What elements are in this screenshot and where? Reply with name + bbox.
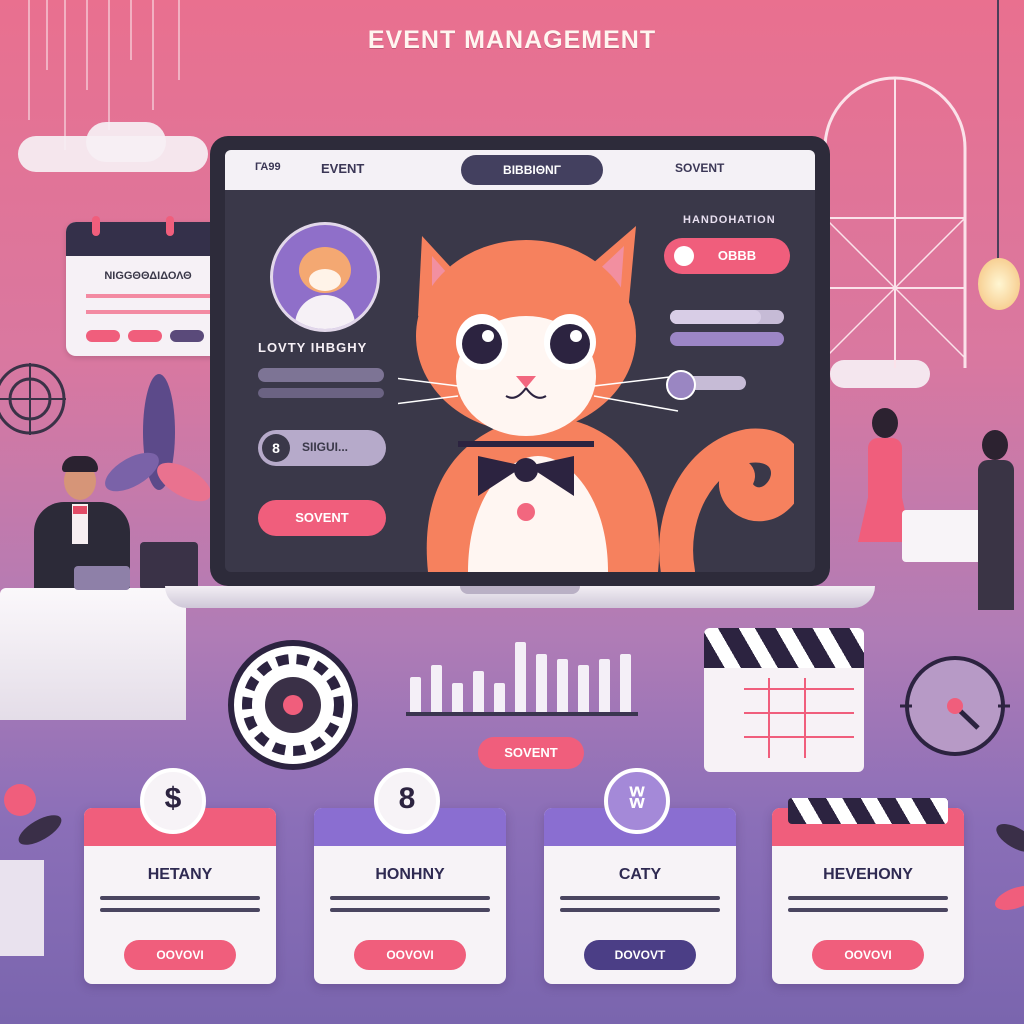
calendar-ring (92, 216, 100, 236)
card-button[interactable]: DOVOVT (584, 940, 696, 970)
guests-illustration (850, 408, 1024, 628)
chart-bar (494, 683, 505, 712)
hanging-string (28, 0, 30, 120)
calendar-widget: NIGGΘΘΔΙΔΟΛΘ (66, 216, 230, 356)
chart-sovent-button[interactable]: SOVENT (478, 737, 584, 769)
card-title: HONHNY (375, 866, 445, 883)
calendar-header (66, 222, 230, 256)
slider-1[interactable] (670, 310, 784, 324)
chart-bar (431, 665, 442, 712)
side-panel-label: HANDOHATION (683, 214, 776, 226)
laptop-notch (460, 586, 580, 594)
hanging-string (64, 0, 66, 150)
card-text-line (560, 896, 720, 900)
profile-avatar[interactable] (270, 222, 380, 332)
profile-info-bar (258, 368, 384, 382)
number-badge-icon: 8 (374, 768, 440, 834)
plant-decoration (995, 824, 1024, 911)
page-title: EVENT MANAGEMENT (367, 26, 657, 54)
profile-name: LOVTY IHBGHY (258, 340, 368, 355)
card-text-line (100, 896, 260, 900)
event-card-2[interactable]: 8 HONHNY OOVOVI (314, 768, 506, 984)
chart-baseline (406, 712, 638, 716)
calendar-chip[interactable] (128, 330, 162, 342)
clock-icon (900, 656, 1010, 756)
flower-pot-decoration (0, 784, 62, 956)
symbol-badge-icon: ʬ (604, 768, 670, 834)
card-title: HETANY (147, 866, 213, 883)
event-card-4[interactable]: HEVEHONY OOVOVI (772, 798, 964, 984)
nav-item-sovent[interactable]: SOVENT (675, 161, 724, 175)
slider-3[interactable] (666, 370, 746, 400)
dartboard-icon (228, 640, 358, 770)
slider-knob[interactable] (666, 370, 696, 400)
chart-bar (620, 654, 631, 712)
chart-bar (578, 665, 589, 712)
calendar-ring (166, 216, 174, 236)
card-button[interactable]: OOVOVI (812, 940, 924, 970)
toggle-knob: 8 (262, 434, 290, 462)
calendar-chip[interactable] (170, 330, 204, 342)
schedule-clapperboard (704, 628, 864, 774)
card-title: CATY (618, 866, 662, 883)
calendar-line (86, 310, 210, 314)
nav-item-event[interactable]: EVENT (321, 161, 364, 176)
arch-window-decoration (823, 76, 967, 368)
hanging-string (108, 0, 110, 130)
dollar-icon: $ (140, 768, 206, 834)
toggle-switch[interactable]: 8 SIIGUI... (258, 430, 386, 466)
chart-bar (515, 642, 526, 712)
slider-2[interactable] (670, 332, 784, 346)
card-text-line (560, 908, 720, 912)
calendar-line (86, 294, 210, 298)
chart-bar (452, 683, 463, 712)
desk-laptop (74, 566, 130, 590)
cloud-decoration (86, 122, 166, 162)
toggle-label: SIIGUI... (302, 440, 349, 454)
chart-bar (599, 659, 610, 712)
lamp-cord (997, 0, 999, 262)
calendar-chip[interactable] (86, 330, 120, 342)
calendar-label: NIGGΘΘΔΙΔΟΛΘ (104, 270, 192, 282)
card-text-line (788, 896, 948, 900)
target-wheel-decoration (0, 363, 66, 435)
app-navbar: ΓΑ99 EVENT ΒΙΒΒΙΘΝΓ SOVENT (225, 150, 815, 190)
event-card-1[interactable]: $ HETANY OOVOVI (84, 768, 276, 984)
profile-info-bar (258, 388, 384, 398)
nav-item-home[interactable]: ΓΑ99 (255, 161, 281, 173)
chart-bar (410, 677, 421, 712)
card-button[interactable]: OOVOVI (124, 940, 236, 970)
card-text-line (788, 908, 948, 912)
chart-bar (536, 654, 547, 712)
reception-desk (0, 588, 186, 720)
event-card-3[interactable]: ʬ CATY DOVOVT (544, 768, 736, 984)
pill-icon (674, 246, 694, 266)
card-text-line (330, 896, 490, 900)
nav-item-active[interactable]: ΒΙΒΒΙΘΝΓ (461, 155, 603, 185)
chart-bar (557, 659, 568, 712)
sovent-button[interactable]: SOVENT (258, 500, 386, 536)
card-title: HEVEHONY (823, 866, 913, 883)
card-text-line (330, 908, 490, 912)
card-button[interactable]: OOVOVI (354, 940, 466, 970)
chart-bar (473, 671, 484, 712)
hanging-string (152, 0, 154, 110)
card-text-line (100, 908, 260, 912)
clapperboard-icon (788, 798, 948, 824)
lamp-bulb (978, 258, 1020, 310)
